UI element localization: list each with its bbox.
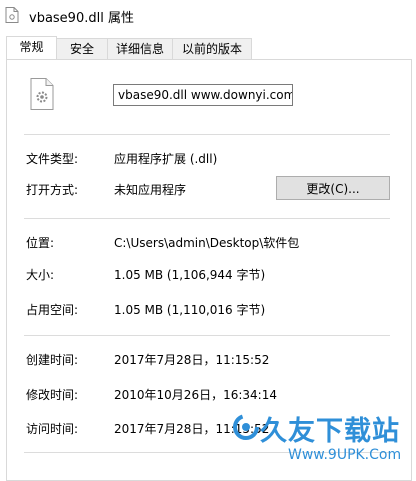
window-title: vbase90.dll 属性 xyxy=(29,11,134,26)
separator xyxy=(24,134,390,135)
modified-label: 修改时间: xyxy=(26,388,79,402)
created-value: 2017年7月28日，11:15:52 xyxy=(114,353,270,367)
modified-value: 2010年10月26日，16:34:14 xyxy=(114,388,277,402)
file-icon xyxy=(5,7,19,23)
filename-text: vbase90.dll www.downyi.com xyxy=(118,88,293,102)
opens-with-value: 未知应用程序 xyxy=(114,183,187,197)
watermark-logo-icon xyxy=(233,414,259,440)
location-value: C:\Users\admin\Desktop\软件包 xyxy=(114,236,300,250)
size-label: 大小: xyxy=(26,268,55,282)
title-bar: vbase90.dll 属性 xyxy=(0,0,416,30)
tab-security[interactable]: 安全 xyxy=(56,38,108,59)
created-label: 创建时间: xyxy=(26,353,79,367)
file-type-value: 应用程序扩展 (.dll) xyxy=(114,152,218,166)
separator xyxy=(24,218,390,219)
dll-file-icon xyxy=(30,78,54,110)
watermark: 久友下载站 Www.9UPK.Com xyxy=(232,403,416,473)
watermark-url: Www.9UPK.Com xyxy=(288,447,402,463)
tab-details[interactable]: 详细信息 xyxy=(107,38,173,59)
tab-general[interactable]: 常规 xyxy=(6,36,57,60)
watermark-text: 久友下载站 xyxy=(260,416,400,447)
tab-strip: 常规 安全 详细信息 以前的版本 xyxy=(6,36,410,60)
opens-with-label: 打开方式: xyxy=(26,183,79,197)
size-on-disk-label: 占用空间: xyxy=(26,303,79,317)
separator xyxy=(24,335,390,336)
size-value: 1.05 MB (1,106,944 字节) xyxy=(114,268,266,282)
file-type-label: 文件类型: xyxy=(26,152,79,166)
accessed-label: 访问时间: xyxy=(26,422,79,436)
location-label: 位置: xyxy=(26,236,55,250)
size-on-disk-value: 1.05 MB (1,110,016 字节) xyxy=(114,303,266,317)
filename-input[interactable]: vbase90.dll www.downyi.com xyxy=(113,84,293,106)
change-button[interactable]: 更改(C)... xyxy=(276,176,390,200)
tab-previous-versions[interactable]: 以前的版本 xyxy=(172,38,252,59)
